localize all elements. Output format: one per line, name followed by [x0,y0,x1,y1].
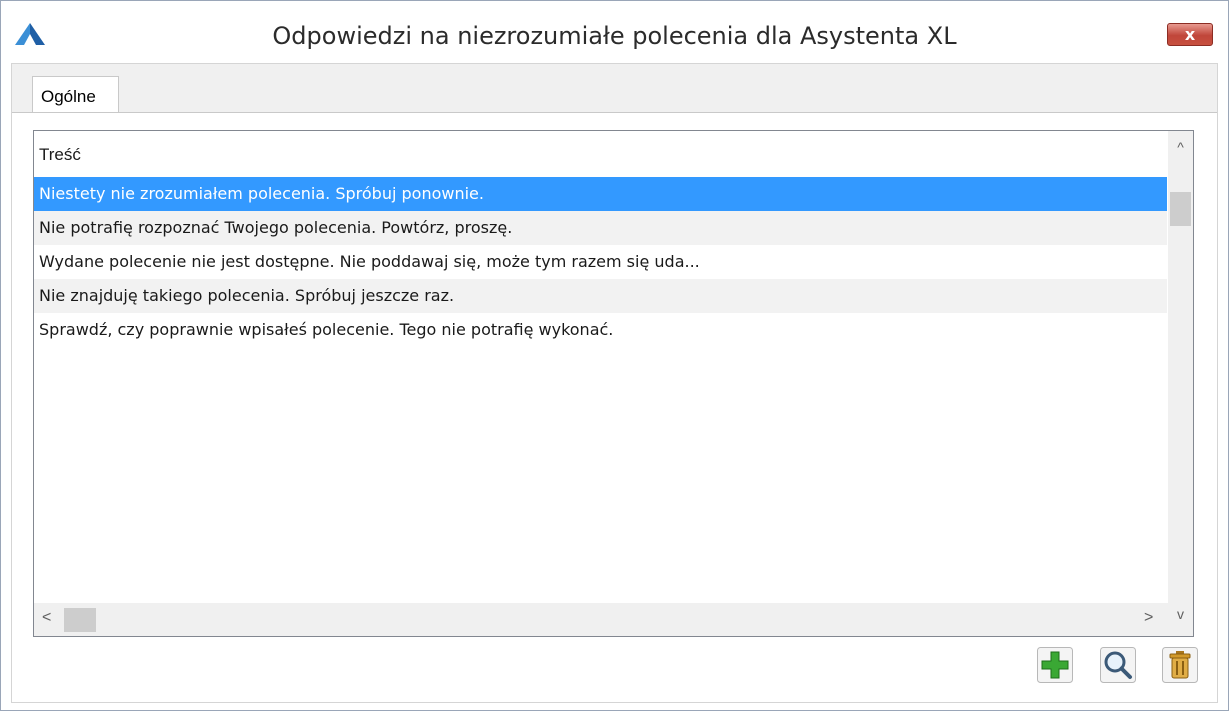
table-row[interactable]: Niestety nie zrozumiałem polecenia. Spró… [34,177,1167,211]
tab-panel: Treść Niestety nie zrozumiałem polecenia… [12,112,1217,702]
column-header-tresc[interactable]: Treść [34,131,1169,176]
scroll-up-icon[interactable]: ^ [1168,139,1193,161]
add-button[interactable] [1037,647,1073,683]
table-row[interactable]: Sprawdź, czy poprawnie wpisałeś poleceni… [34,313,1167,347]
scroll-left-icon[interactable]: < [42,609,62,629]
table-row[interactable]: Nie znajduję takiego polecenia. Spróbuj … [34,279,1167,313]
horizontal-scroll-thumb[interactable] [64,608,96,632]
responses-grid: Treść Niestety nie zrozumiałem polecenia… [33,130,1194,637]
magnifier-icon [1100,647,1136,683]
title-bar[interactable]: Odpowiedzi na niezrozumiałe polecenia dl… [1,1,1228,63]
dialog-content: Ogólne Treść Niestety nie zrozumiałem po… [11,63,1218,703]
vertical-scroll-thumb[interactable] [1170,192,1191,226]
scroll-down-icon[interactable]: v [1168,606,1193,628]
table-row[interactable]: Wydane polecenie nie jest dostępne. Nie … [34,245,1167,279]
tab-ogolne[interactable]: Ogólne [32,76,119,113]
close-button[interactable]: x [1167,23,1213,46]
dialog-window: Odpowiedzi na niezrozumiałe polecenia dl… [0,0,1229,711]
delete-button[interactable] [1162,647,1198,683]
grid-rows: Niestety nie zrozumiałem polecenia. Spró… [34,177,1167,347]
plus-icon [1037,647,1073,683]
vertical-scrollbar[interactable]: ^ v [1168,131,1193,636]
trash-icon [1162,647,1198,683]
view-button[interactable] [1100,647,1136,683]
table-row[interactable]: Nie potrafię rozpoznać Twojego polecenia… [34,211,1167,245]
horizontal-scrollbar[interactable]: < > [34,603,1168,636]
window-title: Odpowiedzi na niezrozumiałe polecenia dl… [272,22,957,50]
scroll-right-icon[interactable]: > [1144,609,1164,629]
